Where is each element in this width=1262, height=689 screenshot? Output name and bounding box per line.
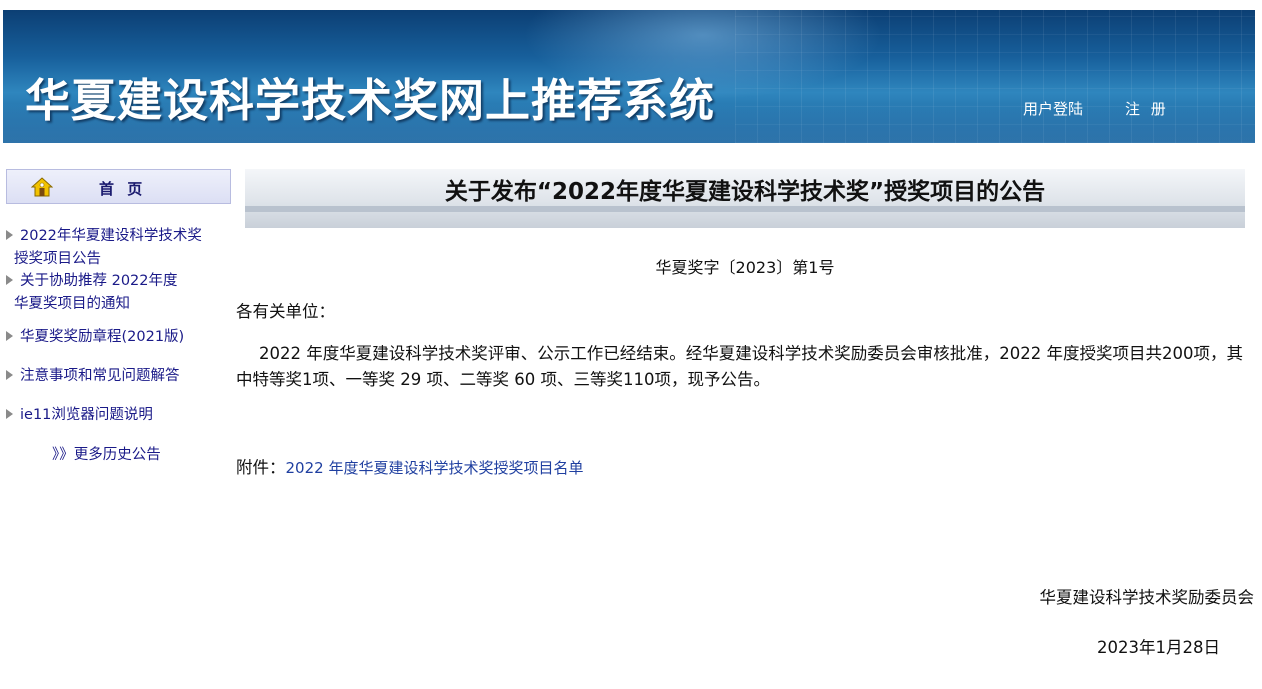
sidebar-item-label-cont: 授奖项目公告 [14,251,101,267]
signature-date: 2023年1月28日 [1097,638,1220,657]
sidebar-item-recommend-notice[interactable]: 关于协助推荐 2022年度 华夏奖项目的通知 [6,270,228,316]
sidebar-item-ie11[interactable]: ie11浏览器问题说明 [6,404,228,427]
notice-title-bar: 关于发布“2022年度华夏建设科学技术奖”授奖项目的公告 [245,169,1245,228]
sidebar-item-label: 关于协助推荐 2022年度 [20,273,178,289]
notice-body: 2022 年度华夏建设科学技术奖评审、公示工作已经结束。经华夏建设科学技术奖励委… [236,344,1243,389]
title-bar-stripe [245,206,1245,212]
more-history-link[interactable]: 》》更多历史公告 [52,443,161,464]
home-icon [31,177,53,197]
login-link[interactable]: 用户登陆 [1023,98,1083,119]
arrow-right-icon [6,275,13,285]
home-nav-button[interactable]: 首 页 [6,169,231,204]
home-label: 首 页 [99,180,147,198]
sidebar-item-faq[interactable]: 注意事项和常见问题解答 [6,365,228,388]
document-number: 华夏奖字〔2023〕第1号 [655,258,835,277]
header-banner: 华夏建设科学技术奖网上推荐系统 用户登陆 注 册 [3,10,1255,143]
arrow-right-icon [6,409,13,419]
site-title: 华夏建设科学技术奖网上推荐系统 [25,74,716,127]
attachment-label: 附件： [236,458,286,477]
sidebar-item-label: 2022年华夏建设科学技术奖 [20,228,202,244]
sidebar-item-label: ie11浏览器问题说明 [20,407,153,423]
sidebar-item-award-notice[interactable]: 2022年华夏建设科学技术奖 授奖项目公告 [6,225,228,271]
arrow-right-icon [6,230,13,240]
signature: 华夏建设科学技术奖励委员会 [1039,588,1255,607]
salutation: 各有关单位： [236,302,335,321]
sidebar-item-label: 华夏奖奖励章程(2021版) [20,329,185,345]
register-link[interactable]: 注 册 [1125,98,1169,119]
attachment-link[interactable]: 2022 年度华夏建设科学技术奖授奖项目名单 [286,459,584,477]
notice-title: 关于发布“2022年度华夏建设科学技术奖”授奖项目的公告 [444,179,1046,205]
arrow-right-icon [6,331,13,341]
sidebar-item-label: 注意事项和常见问题解答 [20,368,180,384]
sidebar-item-charter[interactable]: 华夏奖奖励章程(2021版) [6,326,228,349]
arrow-right-icon [6,370,13,380]
sidebar-item-label-cont: 华夏奖项目的通知 [14,296,130,312]
attachment-line: 附件：2022 年度华夏建设科学技术奖授奖项目名单 [236,454,583,478]
